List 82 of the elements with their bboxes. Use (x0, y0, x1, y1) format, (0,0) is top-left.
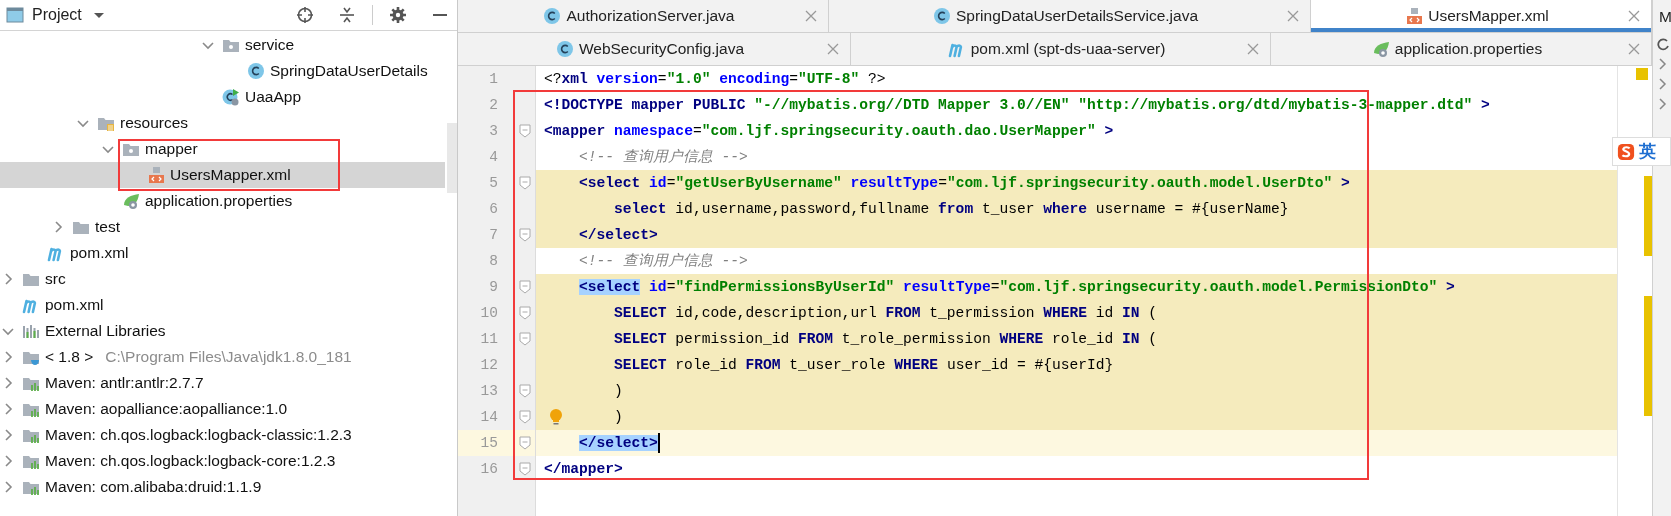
refresh-icon[interactable] (1657, 37, 1669, 51)
locate-icon[interactable] (296, 6, 314, 24)
tree-item[interactable]: External Libraries (0, 318, 445, 344)
class-icon (932, 7, 951, 25)
fold-marker-icon[interactable] (519, 436, 531, 450)
fold-marker-icon[interactable] (519, 410, 531, 424)
line-number: 12 (479, 356, 498, 375)
line-number: 11 (479, 330, 498, 349)
line-number: 13 (479, 382, 498, 401)
fold-marker-icon[interactable] (519, 228, 531, 242)
close-icon[interactable] (1627, 42, 1641, 56)
line-number: 8 (488, 252, 498, 271)
class-icon (543, 7, 562, 25)
line-number: 16 (479, 460, 498, 479)
line-number: 9 (488, 278, 498, 297)
chevron-icon[interactable] (1657, 97, 1669, 111)
highlight-marker[interactable] (1644, 176, 1652, 256)
fold-marker-icon[interactable] (519, 176, 531, 190)
tree-item[interactable]: src (0, 266, 445, 292)
class-icon (222, 88, 240, 106)
line-number: 7 (488, 226, 498, 245)
leaf-icon (1371, 40, 1390, 58)
close-icon[interactable] (1627, 9, 1641, 23)
highlight-marker[interactable] (1644, 296, 1652, 416)
close-icon[interactable] (1286, 9, 1300, 23)
tree-item[interactable]: application.properties (0, 188, 445, 214)
tree-item[interactable]: Maven: com.alibaba:druid:1.1.9 (0, 474, 445, 500)
class-icon (555, 40, 574, 58)
line-number: 14 (479, 408, 498, 427)
tree-item[interactable]: UsersMapper.xml (0, 162, 445, 188)
line-number: 3 (488, 122, 498, 141)
fold-marker-icon[interactable] (519, 306, 531, 320)
fold-marker-icon[interactable] (519, 462, 531, 476)
line-number: 6 (488, 200, 498, 219)
tree-item[interactable]: mapper (0, 136, 445, 162)
class-icon (247, 62, 265, 80)
close-icon[interactable] (804, 9, 818, 23)
chevron-icon[interactable] (1657, 57, 1669, 71)
line-number: 4 (488, 148, 498, 167)
close-icon[interactable] (826, 42, 840, 56)
tab-label[interactable]: M (1653, 0, 1671, 33)
close-icon[interactable] (1246, 42, 1260, 56)
tree-item[interactable]: SpringDataUserDetails (0, 58, 445, 84)
tree-item[interactable]: resources (0, 110, 445, 136)
tree-item[interactable]: UaaApp (0, 84, 445, 110)
scrollbar-thumb[interactable] (447, 123, 457, 193)
code-line: <?xml version="1.0" encoding="UTF-8" ?> (543, 70, 887, 89)
lightbulb-icon[interactable] (548, 408, 564, 426)
fold-marker-icon[interactable] (519, 280, 531, 294)
tree-item[interactable]: Maven: antlr:antlr:2.7.7 (0, 370, 445, 396)
file-tab[interactable]: UsersMapper.xml (1311, 0, 1652, 32)
tree-item[interactable]: < 1.8 > C:\Program Files\Java\jdk1.8.0_181 (0, 344, 445, 370)
tree-item[interactable]: Maven: ch.qos.logback:logback-classic:1.2.3 (0, 422, 445, 448)
tree-item[interactable]: service (0, 32, 445, 58)
ime-logo-icon[interactable] (1617, 142, 1635, 161)
window-icon (6, 6, 24, 24)
xml-file-icon (147, 166, 165, 184)
fold-marker-icon[interactable] (519, 332, 531, 346)
code-line: <mapper namespace="com.ljf.springsecurity.oauth.dao.UserMapper" > (543, 122, 1115, 141)
chevron-icon[interactable] (1657, 77, 1669, 91)
tree-item[interactable]: pom.xml (0, 292, 445, 318)
line-number: 5 (488, 174, 498, 193)
line-number: 2 (488, 96, 498, 115)
line-number: 1 (488, 70, 498, 89)
panel-title[interactable]: Project (32, 3, 82, 27)
fold-marker-icon[interactable] (519, 384, 531, 398)
code-line: <!-- 查询用户信息 --> (578, 252, 749, 271)
tree-item[interactable]: test (0, 214, 445, 240)
code-line: </mapper> (543, 460, 624, 479)
settings-icon[interactable] (389, 6, 407, 24)
collapse-icon[interactable] (338, 6, 356, 24)
fold-marker-icon[interactable] (519, 124, 531, 138)
code-line: <!-- 查询用户信息 --> (578, 148, 749, 167)
tree-item[interactable]: pom.xml (0, 240, 445, 266)
xml-file-icon (1405, 7, 1424, 25)
leaf-icon (122, 192, 140, 210)
line-number: 10 (479, 304, 498, 323)
warning-marker[interactable] (1636, 68, 1648, 80)
tree-item[interactable]: Maven: aopalliance:aopalliance:1.0 (0, 396, 445, 422)
libraries-icon (22, 322, 40, 340)
line-number: 15 (479, 434, 498, 453)
tree-item[interactable]: Maven: ch.qos.logback:logback-core:1.2.3 (0, 448, 445, 474)
